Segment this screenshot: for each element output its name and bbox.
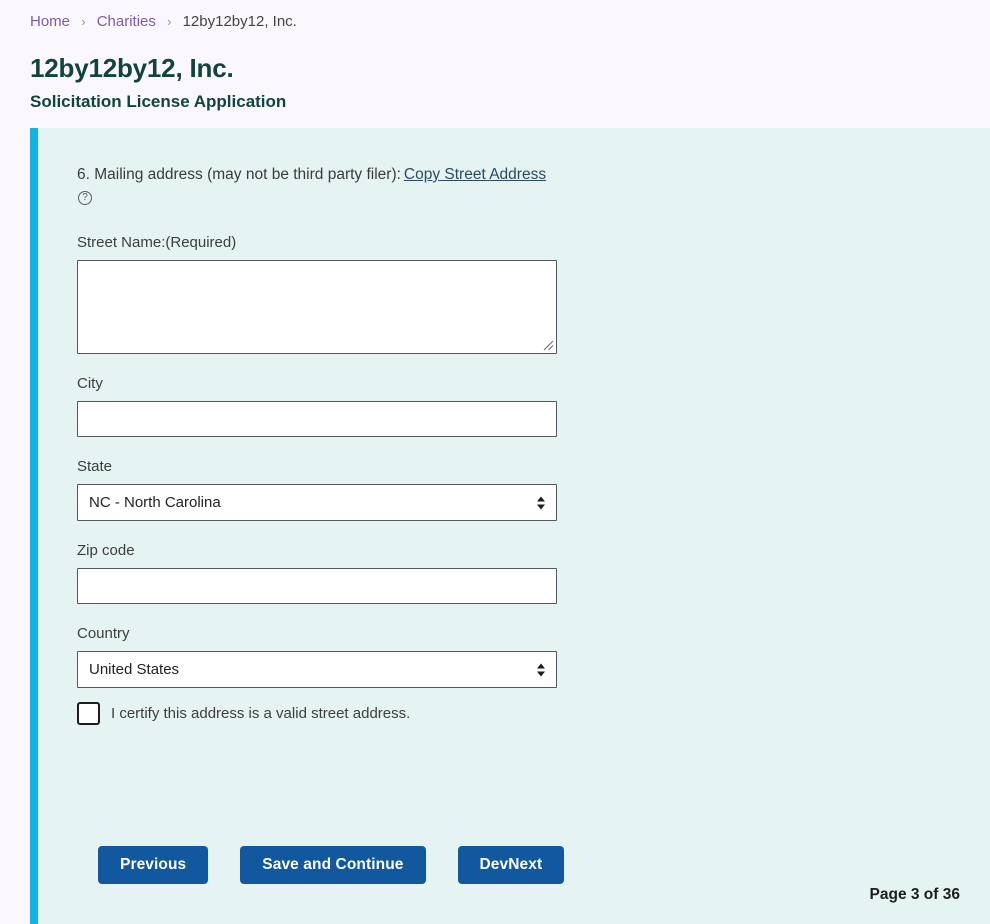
city-label: City	[77, 375, 103, 392]
certify-address-checkbox[interactable]	[77, 702, 100, 725]
certify-address-label: I certify this address is a valid street…	[111, 704, 411, 722]
breadcrumb-separator: ›	[167, 14, 172, 29]
help-circle-icon[interactable]: ?	[78, 191, 92, 205]
country-select[interactable]: United States	[77, 651, 557, 688]
field-street-name: Street Name:(Required)	[77, 234, 990, 354]
question-text: 6. Mailing address (may not be third par…	[77, 166, 401, 183]
street-name-input-wrapper	[77, 260, 557, 354]
state-label: State	[77, 458, 113, 475]
breadcrumb: Home › Charities › 12by12by12, Inc.	[0, 0, 990, 31]
field-city: City	[77, 375, 990, 437]
field-zip-code: Zip code	[77, 542, 990, 604]
breadcrumb-item-home[interactable]: Home	[30, 13, 70, 30]
save-and-continue-button[interactable]: Save and Continue	[240, 846, 426, 884]
dev-next-button[interactable]: DevNext	[457, 846, 565, 884]
page-counter: Page 3 of 36	[869, 886, 960, 903]
zip-code-input[interactable]	[77, 568, 557, 604]
form-panel: 6. Mailing address (may not be third par…	[30, 128, 990, 924]
breadcrumb-item-charities[interactable]: Charities	[97, 13, 156, 30]
street-name-input[interactable]	[77, 260, 557, 354]
form-button-row: Previous Save and Continue DevNext	[98, 846, 565, 884]
question-line: 6. Mailing address (may not be third par…	[77, 164, 547, 208]
country-select-wrapper: United States	[77, 651, 557, 688]
street-name-label: Street Name:(Required)	[77, 234, 237, 251]
field-country: Country United States	[77, 625, 990, 688]
state-select-wrapper: NC - North Carolina	[77, 484, 557, 521]
page-subtitle: Solicitation License Application	[30, 92, 287, 111]
breadcrumb-separator: ›	[81, 14, 86, 29]
field-state: State NC - North Carolina	[77, 458, 990, 521]
breadcrumb-item-current: 12by12by12, Inc.	[182, 13, 297, 30]
previous-button[interactable]: Previous	[98, 846, 209, 884]
country-label: Country	[77, 625, 130, 642]
certify-address-row: I certify this address is a valid street…	[77, 702, 990, 725]
city-input[interactable]	[77, 401, 557, 437]
state-select[interactable]: NC - North Carolina	[77, 484, 557, 521]
copy-street-address-link[interactable]: Copy Street Address	[404, 166, 546, 183]
zip-code-label: Zip code	[77, 542, 135, 559]
page-title: 12by12by12, Inc.	[30, 53, 234, 83]
